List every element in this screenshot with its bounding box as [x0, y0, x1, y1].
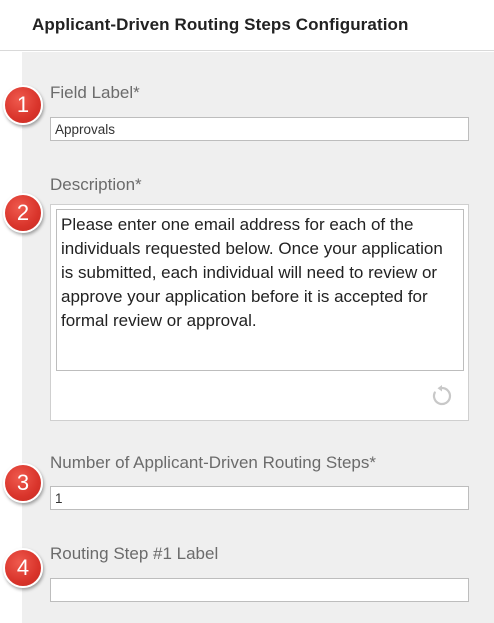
step1-label-label: Routing Step #1 Label — [50, 544, 219, 563]
page-title: Applicant-Driven Routing Steps Configura… — [32, 15, 409, 34]
field-label-label: Field Label* — [50, 83, 140, 102]
description-label: Description* — [50, 175, 142, 194]
num-steps-input[interactable] — [50, 486, 469, 510]
config-header: Applicant-Driven Routing Steps Configura… — [0, 0, 494, 51]
reset-icon[interactable] — [430, 384, 454, 408]
step1-label-input[interactable] — [50, 578, 469, 602]
description-editor: Please enter one email address for each … — [50, 204, 469, 421]
step-badge-4: 4 — [3, 548, 43, 588]
step-badge-2: 2 — [3, 193, 43, 233]
num-steps-label: Number of Applicant-Driven Routing Steps… — [50, 453, 376, 472]
step-badge-1: 1 — [3, 85, 43, 125]
field-label-input[interactable] — [50, 117, 469, 141]
description-textarea[interactable]: Please enter one email address for each … — [56, 209, 464, 371]
step-badge-3: 3 — [3, 463, 43, 503]
